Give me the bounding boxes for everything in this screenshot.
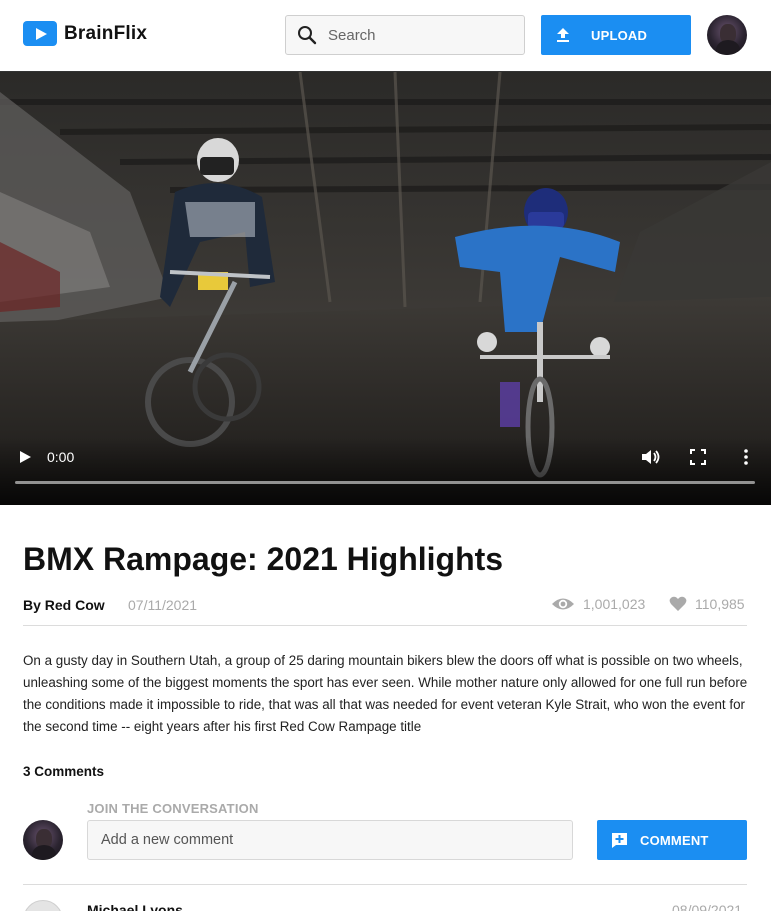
current-time: 0:00 — [47, 449, 75, 465]
views-stat: 1,001,023 — [551, 596, 645, 612]
comment-avatar — [23, 900, 63, 911]
comments-count: 3 Comments — [23, 764, 105, 779]
join-conversation-label: JOIN THE CONVERSATION — [87, 801, 259, 816]
likes-count: 110,985 — [695, 596, 745, 612]
play-logo-icon — [23, 21, 57, 46]
more-options-icon[interactable] — [742, 448, 750, 466]
likes-stat[interactable]: 110,985 — [669, 596, 745, 612]
comment-date: 08/09/2021 — [672, 902, 743, 911]
upload-label: UPLOAD — [591, 27, 648, 43]
add-comment-icon — [611, 832, 628, 849]
video-title: BMX Rampage: 2021 Highlights — [23, 541, 504, 577]
commenter-avatar — [23, 820, 63, 860]
play-icon[interactable] — [18, 450, 32, 464]
search-box[interactable] — [285, 15, 525, 55]
video-date: 07/11/2021 — [128, 597, 198, 613]
comments-divider — [23, 884, 747, 885]
brand-logo[interactable]: BrainFlix — [23, 21, 147, 46]
meta-divider — [23, 625, 747, 626]
video-description: On a gusty day in Southern Utah, a group… — [23, 653, 748, 734]
comment-input[interactable] — [87, 820, 573, 860]
fullscreen-icon[interactable] — [690, 449, 706, 465]
search-icon — [296, 24, 318, 46]
comment-author: Michael Lyons — [87, 902, 183, 911]
video-player[interactable]: 0:00 — [0, 72, 771, 505]
upload-icon — [555, 27, 571, 43]
eye-icon — [552, 598, 574, 610]
heart-icon[interactable] — [669, 596, 687, 612]
comment-button[interactable]: COMMENT — [597, 820, 747, 860]
video-author: By Red Cow — [23, 597, 105, 613]
user-avatar[interactable] — [707, 15, 747, 55]
comment-button-label: COMMENT — [640, 832, 709, 848]
header: BrainFlix UPLOAD — [0, 0, 771, 71]
search-input[interactable] — [328, 26, 508, 44]
seek-bar[interactable] — [15, 481, 755, 484]
upload-button[interactable]: UPLOAD — [541, 15, 691, 55]
brand-name: BrainFlix — [64, 22, 148, 44]
volume-icon[interactable] — [641, 448, 661, 466]
video-controls: 0:00 — [0, 437, 771, 505]
views-count: 1,001,023 — [583, 596, 646, 612]
